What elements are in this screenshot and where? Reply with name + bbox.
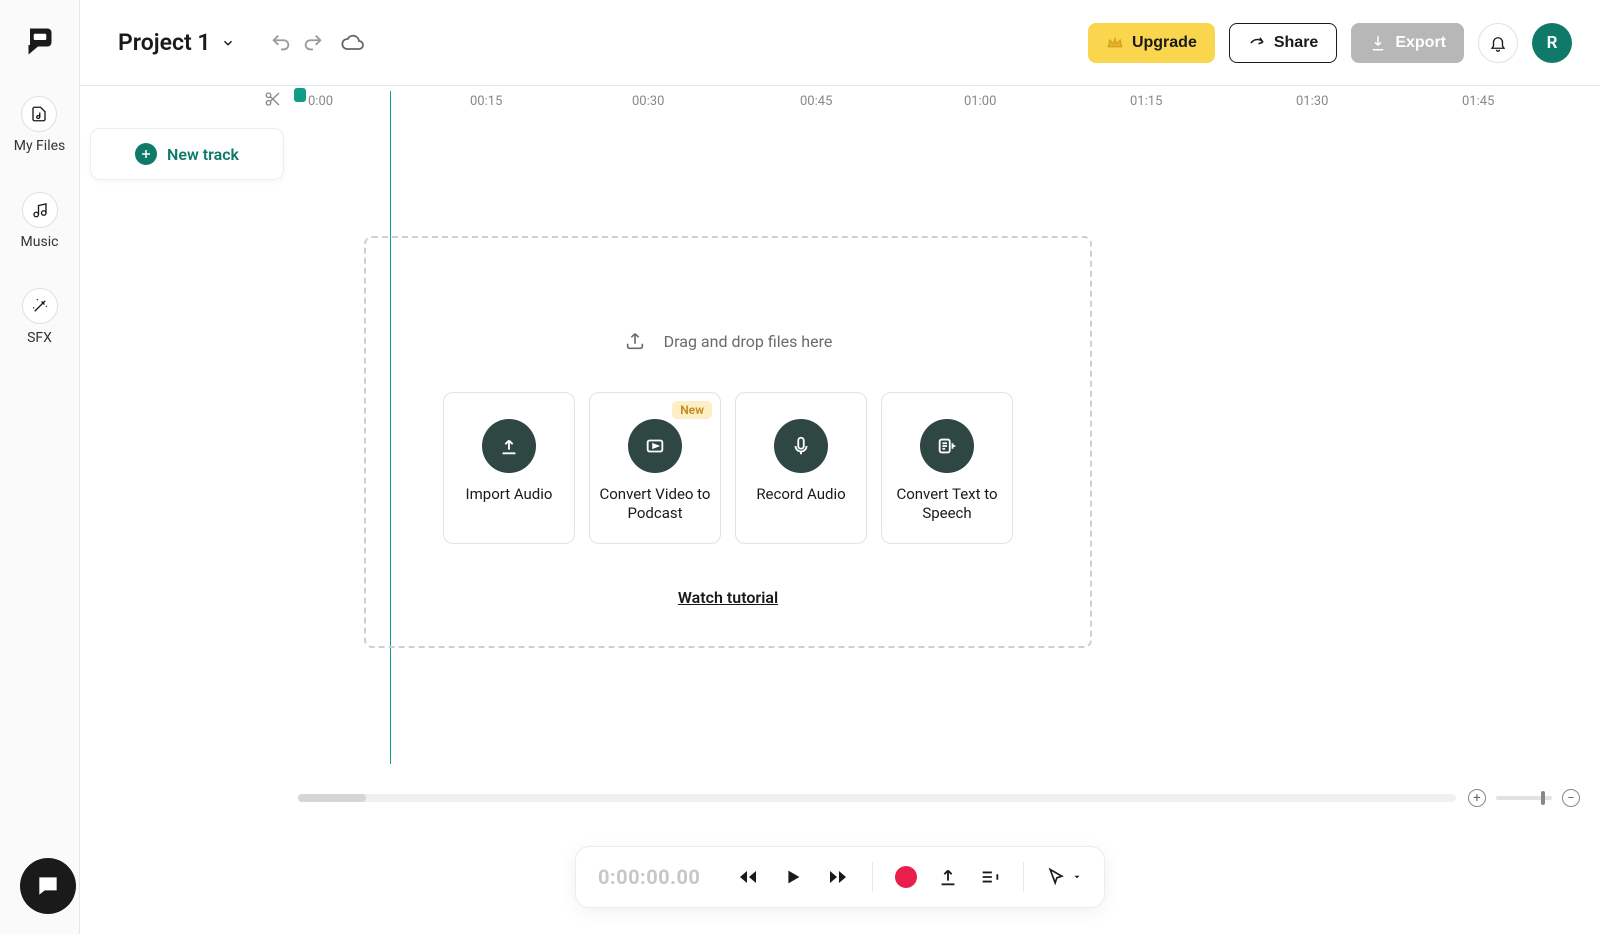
editor-area: 0:00 00:15 00:30 00:45 01:00 01:15 01:30… [80,86,1600,934]
text-speech-icon [920,419,974,473]
cut-tool-icon[interactable] [264,90,282,108]
microphone-icon [774,419,828,473]
record-icon [895,866,917,888]
card-import-audio[interactable]: Import Audio [443,392,575,544]
upload-icon [624,330,646,352]
dropzone-hint-text: Drag and drop files here [664,332,833,351]
new-track-button[interactable]: New track [90,128,284,180]
upload-icon [482,419,536,473]
timecode: 0:00:00.00 [598,865,716,889]
tracks-button[interactable] [979,866,1001,888]
ruler-label: 01:45 [1462,94,1494,109]
chevron-down-icon [221,36,235,50]
record-button[interactable] [895,866,917,888]
card-label: Convert Text to Speech [890,485,1004,523]
divider [1023,862,1024,892]
caret-down-icon [1072,872,1082,882]
cloud-sync-button[interactable] [337,27,369,59]
zoom-slider-thumb[interactable] [1541,791,1545,805]
card-convert-video[interactable]: New Convert Video to Podcast [589,392,721,544]
card-record-audio[interactable]: Record Audio [735,392,867,544]
horizontal-scrollbar[interactable] [298,794,1456,802]
ruler-label: 01:30 [1296,94,1328,109]
card-label: Record Audio [756,485,845,504]
download-icon [1369,34,1387,52]
forward-button[interactable] [826,865,850,889]
crown-icon [1106,34,1124,52]
sidebar-item-label: Music [21,234,59,250]
timeline-ruler[interactable]: 0:00 00:15 00:30 00:45 01:00 01:15 01:30… [294,86,1580,116]
divider [872,862,873,892]
export-button[interactable]: Export [1351,23,1464,63]
rewind-button[interactable] [736,865,760,889]
upgrade-button[interactable]: Upgrade [1088,23,1215,63]
share-icon [1248,34,1266,52]
ruler-label: 00:45 [800,94,832,109]
plus-icon [135,143,157,165]
ruler-label: 00:15 [470,94,502,109]
chat-support-button[interactable] [20,858,76,914]
avatar-initial: R [1547,33,1558,53]
card-text-to-speech[interactable]: Convert Text to Speech [881,392,1013,544]
watch-tutorial-label: Watch tutorial [678,588,778,607]
ruler-label: 00:30 [632,94,664,109]
zoom-slider[interactable] [1496,796,1552,800]
sidebar-item-music[interactable]: Music [21,192,59,250]
cursor-tool-dropdown[interactable] [1046,867,1082,887]
export-label: Export [1395,34,1446,52]
undo-button[interactable] [265,27,297,59]
ruler-label: 0:00 [308,94,333,109]
watch-tutorial-link[interactable]: Watch tutorial [678,588,778,607]
dropzone[interactable]: Drag and drop files here Import Audio Ne… [364,236,1092,648]
sidebar-item-sfx[interactable]: SFX [22,288,58,346]
sidebar-item-label: SFX [27,330,52,346]
sidebar-item-label: My Files [14,138,66,154]
project-title-text: Project 1 [118,29,211,56]
sidebar-item-my-files[interactable]: My Files [14,96,66,154]
music-icon [22,192,58,228]
app-logo[interactable] [22,22,58,58]
upgrade-label: Upgrade [1132,34,1197,52]
scrollbar-thumb[interactable] [298,794,366,802]
new-track-label: New track [167,145,239,164]
left-sidebar: My Files Music SFX [0,0,80,934]
redo-button[interactable] [297,27,329,59]
share-button[interactable]: Share [1229,23,1337,63]
zoom-in-button[interactable]: + [1468,789,1486,807]
topbar: Project 1 Upgrade Share Export R [80,0,1600,86]
dropzone-hint: Drag and drop files here [624,330,833,352]
chat-icon [35,873,61,899]
video-icon [628,419,682,473]
zoom-out-button[interactable]: − [1562,789,1580,807]
ruler-label: 01:00 [964,94,996,109]
player-bar: 0:00:00.00 [575,846,1105,908]
file-music-icon [21,96,57,132]
ruler-label: 01:15 [1130,94,1162,109]
play-button[interactable] [782,866,804,888]
upload-button[interactable] [937,866,959,888]
project-title-dropdown[interactable]: Project 1 [118,29,235,56]
wand-icon [22,288,58,324]
new-badge: New [672,401,712,419]
playhead-handle[interactable] [294,88,306,102]
card-label: Import Audio [466,485,553,504]
share-label: Share [1274,34,1318,52]
cursor-icon [1046,867,1066,887]
card-label: Convert Video to Podcast [598,485,712,523]
zoom-row: + − [298,788,1580,808]
avatar[interactable]: R [1532,23,1572,63]
notifications-button[interactable] [1478,23,1518,63]
bell-icon [1489,34,1507,52]
